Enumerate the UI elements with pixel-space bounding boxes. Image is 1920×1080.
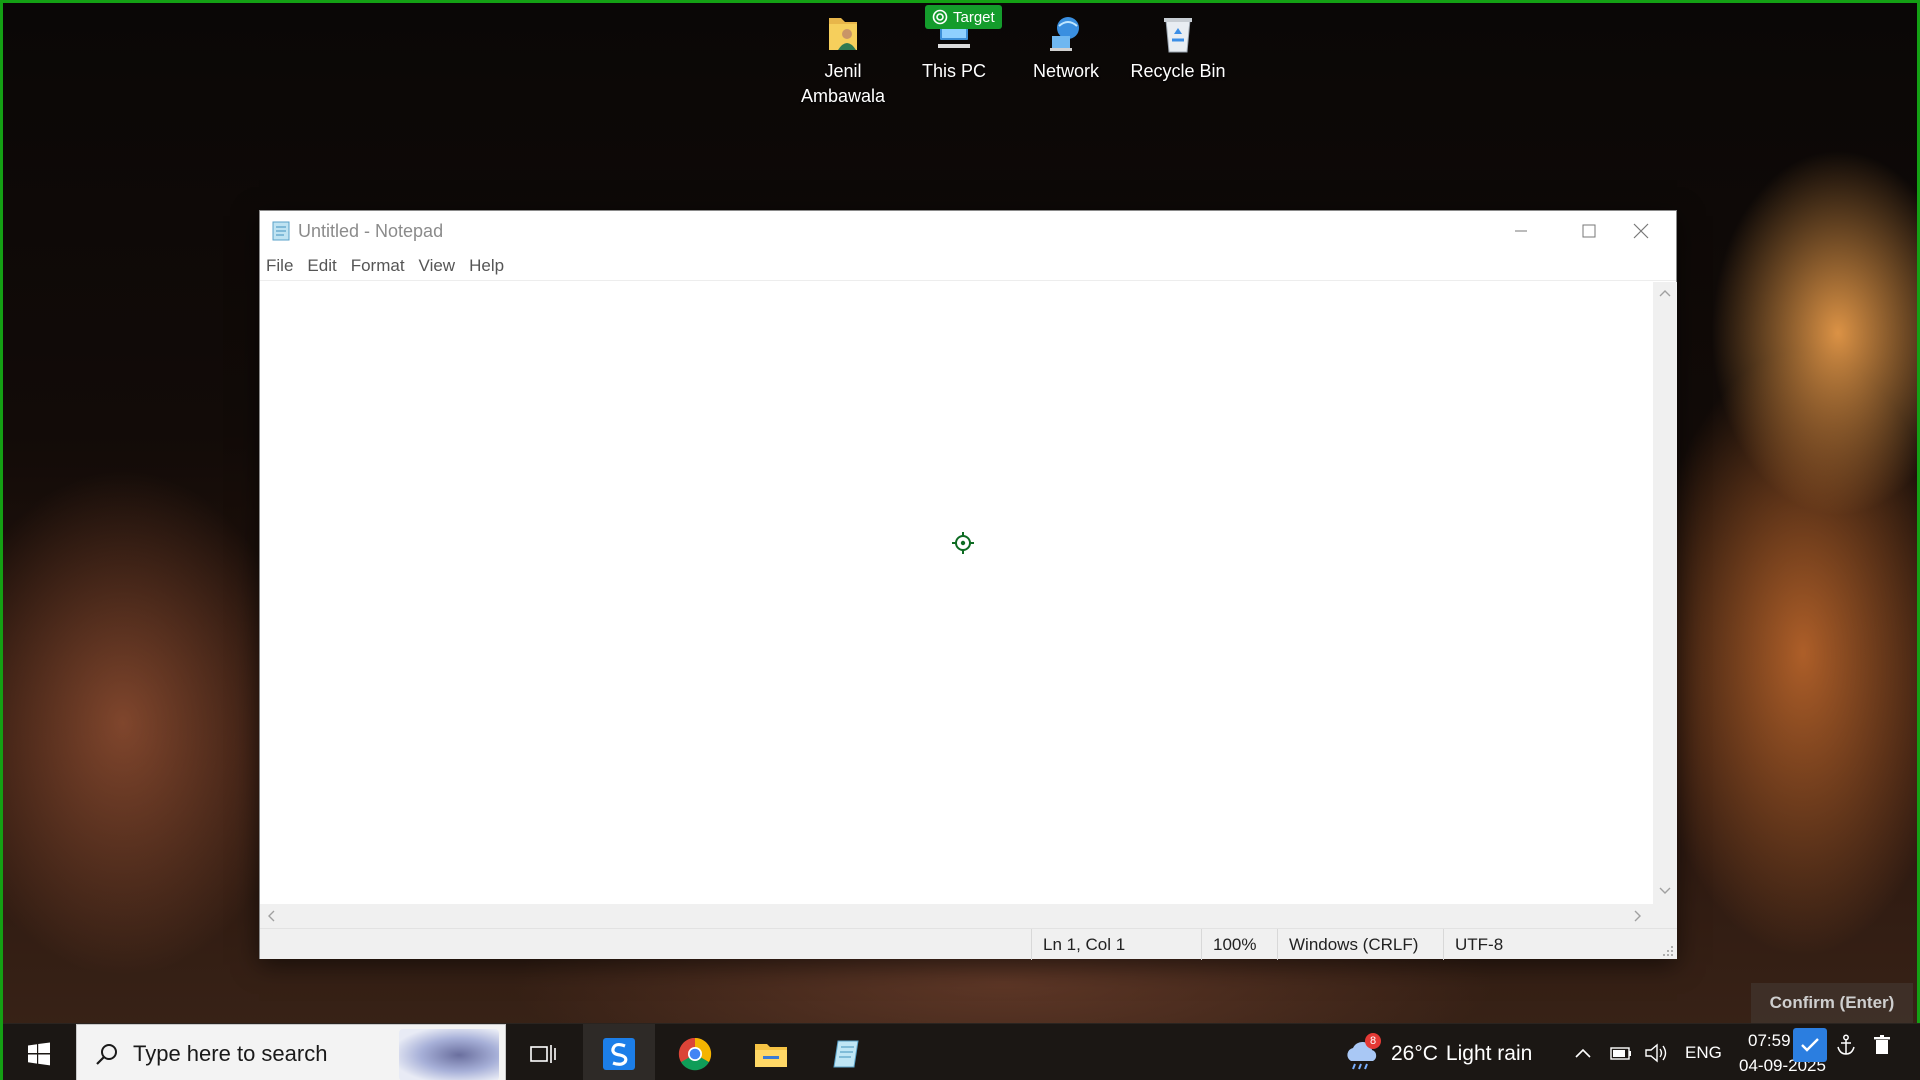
desktop-icon-recycle-bin[interactable]: Recycle Bin: [1128, 11, 1228, 84]
task-view-icon: [530, 1045, 556, 1063]
taskbar-app-s[interactable]: [583, 1024, 655, 1080]
horizontal-scrollbar[interactable]: [260, 904, 1653, 928]
weather-temp: 26°C: [1391, 1042, 1438, 1065]
search-highlight-image: [399, 1029, 499, 1080]
status-encoding: UTF-8: [1443, 929, 1677, 960]
scroll-right-icon[interactable]: [1633, 910, 1643, 922]
minimize-icon: [1515, 230, 1527, 232]
close-button[interactable]: [1606, 211, 1676, 251]
battery-icon[interactable]: [1609, 1044, 1633, 1062]
vertical-scrollbar[interactable]: [1653, 282, 1677, 904]
confirm-panel: Confirm (Enter): [1751, 983, 1913, 1023]
crosshair-icon: [952, 532, 974, 554]
weather-icon-wrap: 8: [1343, 1033, 1383, 1071]
desktop-icon-label: This PC: [921, 61, 986, 81]
window-title: Untitled - Notepad: [298, 220, 444, 241]
weather-badge: 8: [1365, 1033, 1381, 1049]
notepad-window[interactable]: Untitled - Notepad File Edit Format View…: [259, 210, 1677, 960]
start-button[interactable]: [7, 1024, 71, 1080]
desktop-icon-label: Recycle Bin: [1130, 61, 1226, 81]
desktop: Jenil Ambawala This PC Network Recycle B…: [0, 0, 1920, 1080]
weather-condition: Light rain: [1445, 1042, 1533, 1065]
confirm-button[interactable]: [1793, 1028, 1827, 1062]
scroll-left-icon[interactable]: [266, 910, 276, 922]
check-icon: [1801, 1038, 1819, 1052]
confirm-label: Confirm (Enter): [1769, 993, 1895, 1012]
close-icon: [1633, 223, 1649, 239]
s-app-icon: [603, 1038, 635, 1070]
anchor-icon: [1837, 1034, 1855, 1055]
desktop-icon-user-folder[interactable]: Jenil Ambawala: [793, 11, 893, 109]
clock-time[interactable]: 07:59: [1748, 1031, 1791, 1051]
menu-bar: File Edit Format View Help: [260, 251, 1676, 281]
search-placeholder: Type here to search: [133, 1041, 328, 1066]
search-icon: [96, 1044, 117, 1065]
taskbar-file-explorer[interactable]: [735, 1024, 807, 1080]
title-bar[interactable]: Untitled - Notepad: [260, 211, 1676, 251]
desktop-icon-label: Network: [1032, 61, 1099, 81]
menu-edit[interactable]: Edit: [307, 256, 336, 276]
status-zoom: 100%: [1201, 929, 1277, 960]
scrollbar-corner: [1653, 904, 1677, 928]
language-indicator[interactable]: ENG: [1685, 1043, 1722, 1063]
weather-widget[interactable]: 8 26°C Light rain: [1343, 1024, 1532, 1080]
text-editor[interactable]: [260, 282, 1652, 904]
task-view-button[interactable]: [517, 1024, 569, 1080]
volume-icon[interactable]: [1644, 1042, 1668, 1064]
desktop-icon-network[interactable]: Network: [1016, 11, 1116, 84]
minimize-button[interactable]: [1486, 211, 1556, 251]
desktop-icon-label: Jenil Ambawala: [800, 61, 886, 106]
search-box[interactable]: Type here to search: [76, 1024, 506, 1080]
show-hidden-icons-icon[interactable]: [1574, 1046, 1592, 1060]
trash-icon: [1874, 1035, 1890, 1054]
user-folder-icon: [823, 11, 863, 55]
network-icon: [1046, 11, 1086, 55]
folder-icon: [755, 1044, 787, 1067]
notepad-taskbar-icon: [833, 1040, 859, 1068]
chrome-icon: [678, 1037, 712, 1071]
delete-button[interactable]: [1865, 1028, 1899, 1062]
taskbar: Type here to search 8 26°C Light rain EN…: [3, 1023, 1920, 1080]
status-line-endings: Windows (CRLF): [1277, 929, 1443, 960]
status-position: Ln 1, Col 1: [1031, 929, 1201, 960]
anchor-button[interactable]: [1829, 1028, 1863, 1062]
status-bar: Ln 1, Col 1 100% Windows (CRLF) UTF-8: [260, 928, 1677, 960]
menu-file[interactable]: File: [266, 256, 293, 276]
scroll-down-icon[interactable]: [1659, 886, 1671, 896]
notepad-app-icon: [272, 221, 290, 241]
menu-format[interactable]: Format: [351, 256, 405, 276]
scroll-up-icon[interactable]: [1659, 288, 1671, 298]
recycle-bin-icon: [1158, 11, 1198, 55]
target-icon: [932, 9, 948, 25]
target-badge-label: Target: [953, 8, 995, 26]
maximize-icon: [1582, 224, 1596, 238]
menu-view[interactable]: View: [419, 256, 456, 276]
target-badge: Target: [925, 5, 1002, 29]
resize-grip-icon[interactable]: [1662, 945, 1674, 957]
menu-help[interactable]: Help: [469, 256, 504, 276]
windows-logo-icon: [28, 1042, 50, 1066]
taskbar-notepad[interactable]: [811, 1024, 883, 1080]
taskbar-chrome[interactable]: [659, 1024, 731, 1080]
